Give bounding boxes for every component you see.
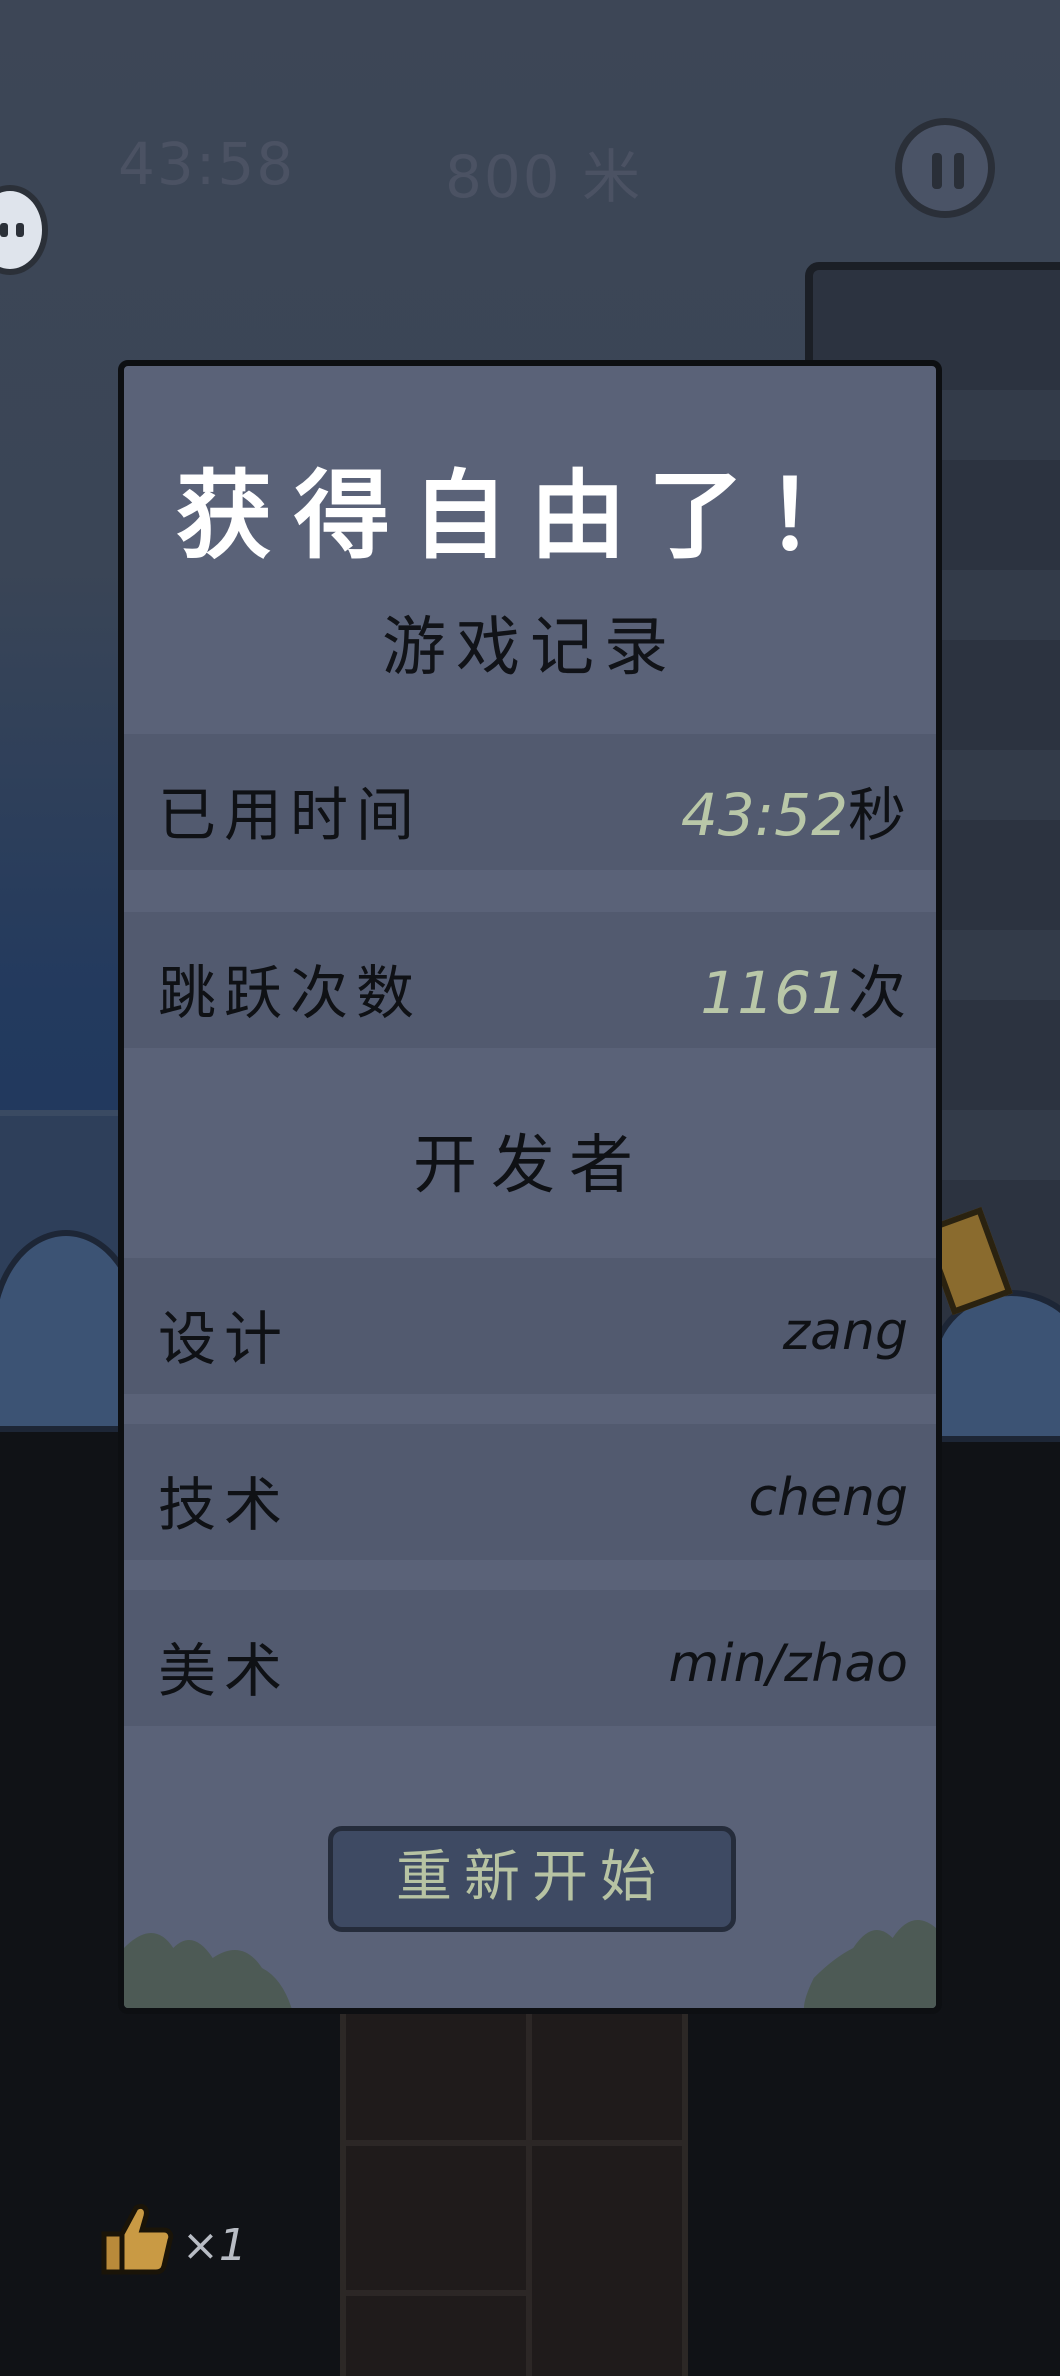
- credit-role: 技术: [158, 1471, 291, 1539]
- hud-distance: 800 米: [445, 143, 643, 211]
- stat-label: 跳跃次数: [158, 959, 423, 1027]
- credit-role: 美术: [158, 1637, 291, 1705]
- item-count: ×1: [182, 2220, 247, 2271]
- credit-row-art: 美术 min/zhao: [124, 1590, 936, 1726]
- credit-name: zang: [782, 1302, 908, 1362]
- stat-value: 43:52: [680, 781, 848, 849]
- stat-unit: 次: [847, 959, 906, 1027]
- dialog-title: 获得自由了！: [176, 460, 884, 572]
- stat-row-jumps: 跳跃次数 1161次: [124, 912, 936, 1048]
- grass-decoration: [124, 1920, 936, 2008]
- thumbs-up-icon: [101, 2203, 174, 2275]
- result-dialog: 获得自由了！ 游戏记录 已用时间 43:52秒 跳跃次数 1161次 开发者 设…: [118, 360, 942, 2014]
- credit-row-design: 设计 zang: [124, 1258, 936, 1394]
- hud-timer: 43:58: [118, 130, 296, 198]
- developers-heading: 开发者: [413, 1129, 647, 1203]
- tree-trunk: [340, 1990, 688, 2376]
- stat-value: 1161: [700, 959, 848, 1027]
- credit-row-tech: 技术 cheng: [124, 1424, 936, 1560]
- stat-label: 已用时间: [158, 781, 423, 849]
- credit-name: cheng: [748, 1468, 908, 1528]
- game-record-heading: 游戏记录: [382, 611, 678, 685]
- stat-row-time: 已用时间 43:52秒: [124, 734, 936, 870]
- credit-name: min/zhao: [668, 1634, 908, 1694]
- credit-role: 设计: [158, 1305, 291, 1373]
- pause-button[interactable]: [895, 118, 995, 218]
- stat-unit: 秒: [847, 781, 906, 849]
